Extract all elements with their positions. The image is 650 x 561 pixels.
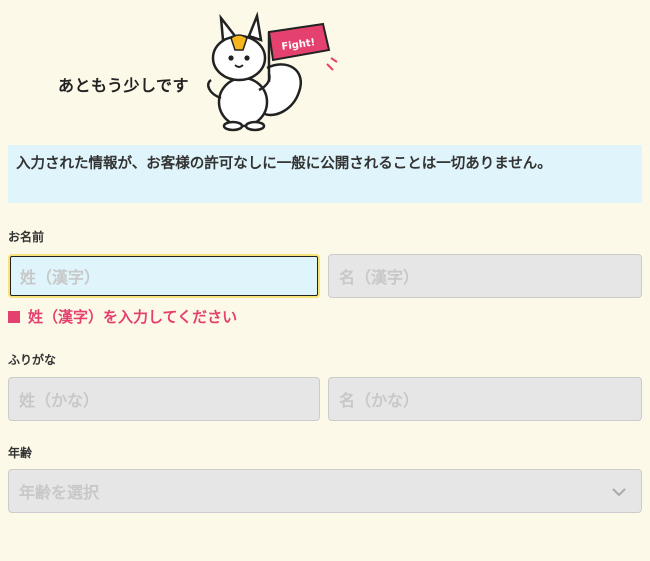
name-label: お名前 — [8, 230, 45, 244]
chevron-down-icon — [612, 488, 626, 497]
first-name-kana-placeholder: 名（かな） — [339, 391, 420, 410]
last-name-kanji-placeholder: 姓（漢字） — [20, 268, 101, 287]
last-name-kanji-input[interactable]: 姓（漢字） — [8, 254, 320, 298]
squirrel-mascot-icon: Fight! — [207, 11, 338, 132]
error-message: 姓（漢字）を入力してください — [28, 308, 238, 326]
progress-text: あともう少しです — [58, 76, 190, 95]
age-select[interactable]: 年齢を選択 — [8, 469, 642, 513]
first-name-kanji-placeholder: 名（漢字） — [339, 268, 420, 287]
error-marker-icon — [8, 310, 20, 323]
furigana-label: ふりがな — [8, 353, 57, 367]
last-name-error: 姓（漢字）を入力してください — [8, 306, 237, 327]
privacy-notice: 入力された情報が、お客様の許可なしに一般に公開されることは一切ありません。 — [8, 145, 642, 203]
last-name-kana-input[interactable]: 姓（かな） — [8, 377, 320, 421]
first-name-kanji-input[interactable]: 名（漢字） — [328, 254, 642, 298]
last-name-kana-placeholder: 姓（かな） — [19, 391, 100, 410]
header: あともう少しです Fight! — [0, 0, 650, 140]
age-select-placeholder: 年齢を選択 — [19, 483, 100, 502]
age-label: 年齢 — [8, 446, 33, 460]
first-name-kana-input[interactable]: 名（かな） — [328, 377, 642, 421]
